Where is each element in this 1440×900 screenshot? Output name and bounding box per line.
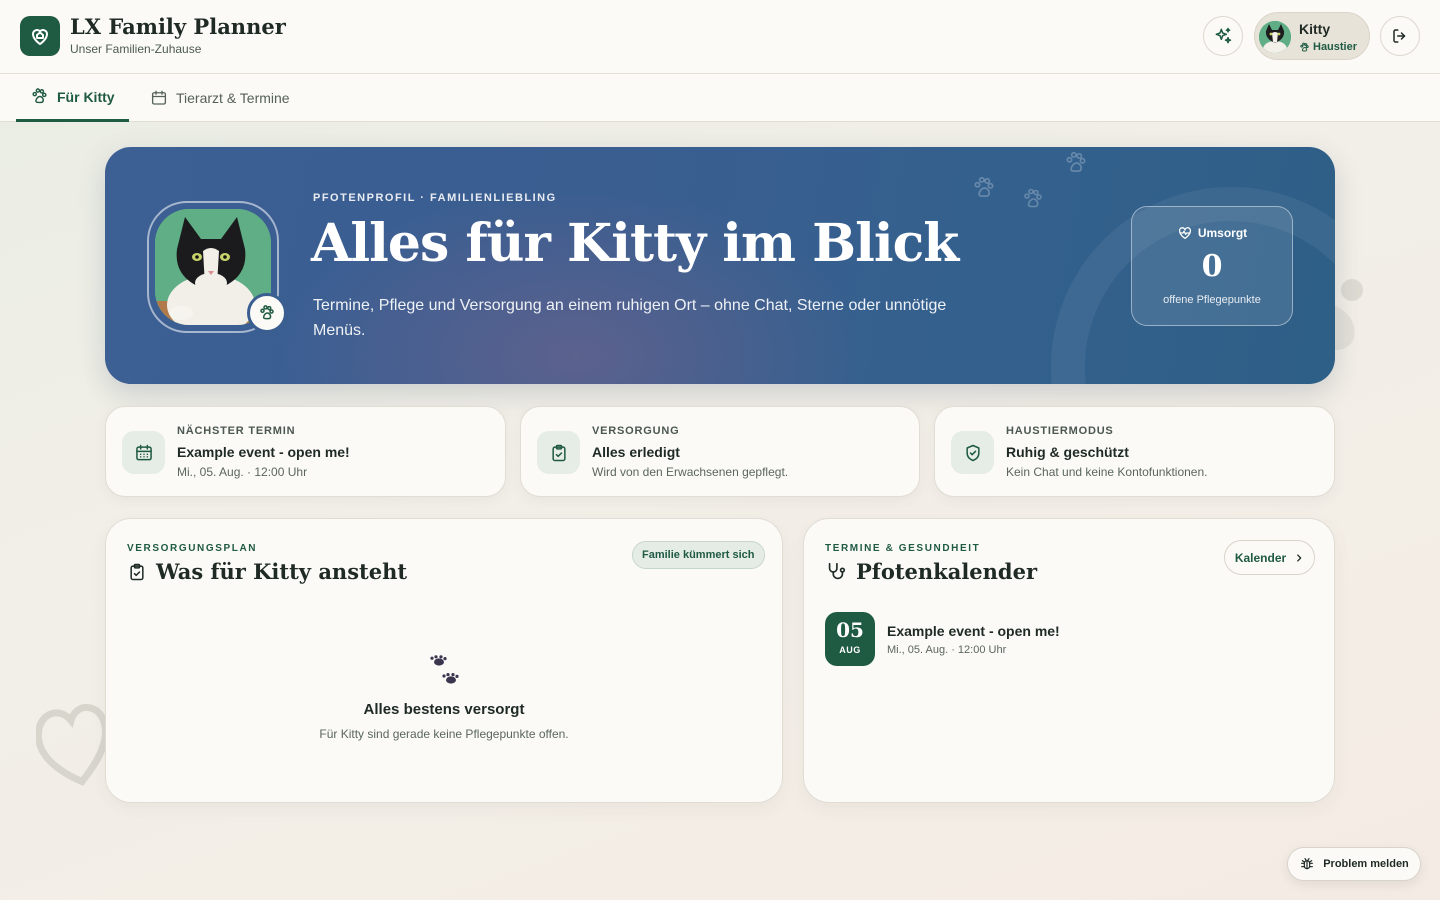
card-subtitle: Kein Chat und keine Kontofunktionen.	[1006, 465, 1208, 479]
card-subtitle: Mi., 05. Aug. · 12:00 Uhr	[177, 465, 308, 479]
calendar-button[interactable]: Kalender	[1224, 540, 1315, 575]
stethoscope-icon	[828, 562, 846, 579]
family-care-badge: Familie kümmert sich	[632, 541, 765, 569]
date-month: AUG	[839, 645, 861, 655]
stat-value: 0	[1201, 249, 1223, 284]
report-problem-label: Problem melden	[1323, 858, 1409, 870]
avatar	[1259, 21, 1291, 53]
calendar-button-label: Kalender	[1234, 550, 1287, 565]
clipboard-check-icon	[130, 563, 144, 580]
stat-label: Umsorgt	[1197, 226, 1248, 240]
event-title: Example event - open me!	[887, 623, 1060, 639]
card-eyebrow: VERSORGUNG	[592, 425, 680, 437]
paw-icon	[1300, 42, 1309, 51]
event-datetime: Mi., 05. Aug. · 12:00 Uhr	[887, 644, 1007, 656]
top-bar: LX Family Planner Unser Familien-Zuhause…	[0, 0, 1440, 74]
tab-tierarzt-termine[interactable]: Tierarzt & Termine	[136, 74, 304, 122]
tab-bar: Für Kitty Tierarzt & Termine	[0, 74, 1440, 122]
panel-title: Was für Kitty ansteht	[156, 559, 408, 584]
card-eyebrow: HAUSTIERMODUS	[1006, 425, 1114, 437]
tab-label: Für Kitty	[57, 88, 115, 105]
panel-title-row: Was für Kitty ansteht	[127, 559, 407, 584]
next-appointment-card[interactable]: NÄCHSTER TERMIN Example event - open me!…	[105, 406, 506, 497]
stat-label-row: Umsorgt	[1132, 225, 1292, 241]
card-title: Example event - open me!	[177, 444, 350, 460]
tab-label: Tierarzt & Termine	[176, 90, 290, 106]
paw-calendar-panel: TERMINE & GESUNDHEIT Pfotenkalender Kale…	[803, 518, 1335, 803]
stat-caption: offene Pflegepunkte	[1163, 294, 1261, 306]
card-icon-box	[537, 431, 580, 474]
tab-fuer-kitty[interactable]: Für Kitty	[16, 74, 129, 122]
chevron-right-icon	[1297, 553, 1302, 562]
date-day: 05	[836, 618, 864, 642]
card-title: Ruhig & geschützt	[1006, 444, 1129, 460]
hero-banner: PFOTENPROFIL · FAMILIENLIEBLING Alles fü…	[105, 147, 1335, 384]
paw-icon	[260, 305, 274, 320]
panel-title-row: Pfotenkalender	[825, 559, 1037, 584]
care-status-card: Umsorgt 0 offene Pflegepunkte	[1131, 206, 1293, 326]
hero-eyebrow: PFOTENPROFIL · FAMILIENLIEBLING	[313, 192, 557, 204]
shield-check-icon	[965, 444, 980, 461]
app-title: LX Family Planner	[70, 14, 286, 39]
user-name: Kitty	[1299, 21, 1331, 37]
bug-icon	[1301, 858, 1314, 870]
heart-decoration-icon	[36, 703, 110, 786]
hero-title: Alles für Kitty im Blick	[311, 213, 959, 274]
care-plan-panel: VERSORGUNGSPLAN Was für Kitty ansteht Fa…	[105, 518, 783, 803]
report-problem-button[interactable]: Problem melden	[1287, 847, 1421, 881]
paw-print-icon	[1024, 188, 1042, 208]
date-tile: 05 AUG	[825, 612, 875, 666]
user-role-label: Haustier	[1313, 41, 1358, 53]
panel-eyebrow: TERMINE & GESUNDHEIT	[825, 543, 981, 554]
clipboard-check-icon	[551, 444, 566, 461]
paw-prints-icon	[430, 655, 459, 684]
app-logo[interactable]	[20, 16, 60, 56]
heart-home-icon	[32, 29, 48, 45]
calendar-icon	[135, 444, 152, 460]
hero-description: Termine, Pflege und Versorgung an einem …	[313, 297, 947, 339]
pet-badge	[247, 293, 287, 333]
card-icon-box	[122, 431, 165, 474]
sparkles-icon	[1215, 27, 1232, 44]
empty-state-title: Alles bestens versorgt	[363, 701, 525, 718]
logout-icon	[1393, 29, 1406, 43]
card-subtitle: Wird von den Erwachsenen gepflegt.	[592, 465, 789, 479]
app-subtitle: Unser Familien-Zuhause	[70, 42, 202, 56]
card-icon-box	[951, 431, 994, 474]
heart-pulse-icon	[1178, 227, 1191, 239]
card-eyebrow: NÄCHSTER TERMIN	[177, 425, 296, 437]
logout-button[interactable]	[1380, 16, 1420, 56]
empty-state-subtitle: Für Kitty sind gerade keine Pflegepunkte…	[319, 727, 569, 741]
panel-title: Pfotenkalender	[856, 559, 1038, 584]
assistant-button[interactable]	[1203, 16, 1243, 56]
paw-print-icon	[974, 176, 994, 198]
calendar-icon	[151, 90, 167, 105]
paw-print-icon	[1066, 151, 1086, 173]
pet-mode-card: HAUSTIERMODUS Ruhig & geschützt Kein Cha…	[934, 406, 1335, 497]
paw-icon	[32, 88, 47, 104]
care-status-info-card: VERSORGUNG Alles erledigt Wird von den E…	[520, 406, 920, 497]
user-role: Haustier	[1299, 41, 1357, 53]
panel-eyebrow: VERSORGUNGSPLAN	[127, 543, 258, 554]
card-title: Alles erledigt	[592, 444, 680, 460]
empty-state-illustration	[106, 655, 782, 687]
user-menu[interactable]: Kitty Haustier	[1254, 12, 1370, 60]
